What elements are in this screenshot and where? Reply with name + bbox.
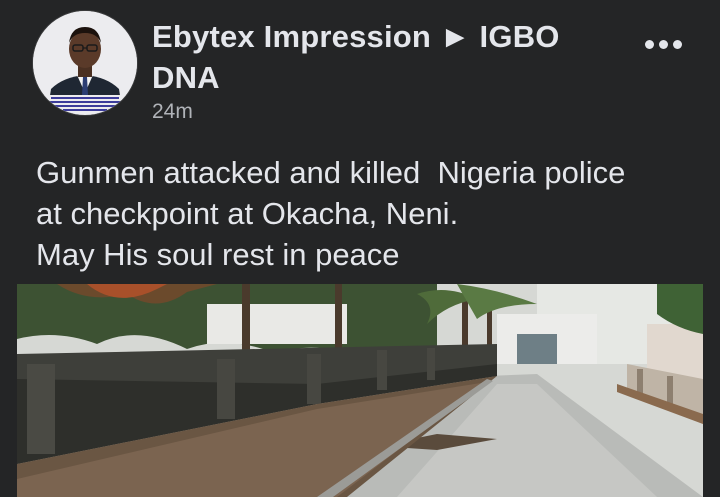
post-caption: Gunmen attacked and killed Nigeria polic… bbox=[36, 152, 706, 275]
avatar-image bbox=[33, 11, 137, 115]
post-card: Ebytex Impression ► IGBO DNA 24m Gunmen … bbox=[0, 0, 720, 497]
post-photo[interactable] bbox=[17, 284, 703, 497]
more-options-icon-dot bbox=[672, 39, 682, 49]
author-name[interactable]: Ebytex Impression ► IGBO DNA bbox=[152, 16, 592, 98]
street-photo bbox=[17, 284, 703, 497]
caption-line: Gunmen attacked and killed Nigeria polic… bbox=[36, 155, 626, 190]
author-name-line1[interactable]: Ebytex Impression ► IGBO bbox=[152, 16, 592, 57]
more-options-button[interactable] bbox=[638, 24, 688, 64]
caption-line: at checkpoint at Okacha, Neni. bbox=[36, 196, 459, 231]
more-options-icon-dot bbox=[658, 39, 668, 49]
more-options-icon bbox=[644, 39, 654, 49]
caption-line: May His soul rest in peace bbox=[36, 237, 400, 272]
author-avatar[interactable] bbox=[33, 11, 137, 115]
author-name-line2[interactable]: DNA bbox=[152, 57, 592, 98]
post-timestamp[interactable]: 24m bbox=[152, 100, 193, 124]
